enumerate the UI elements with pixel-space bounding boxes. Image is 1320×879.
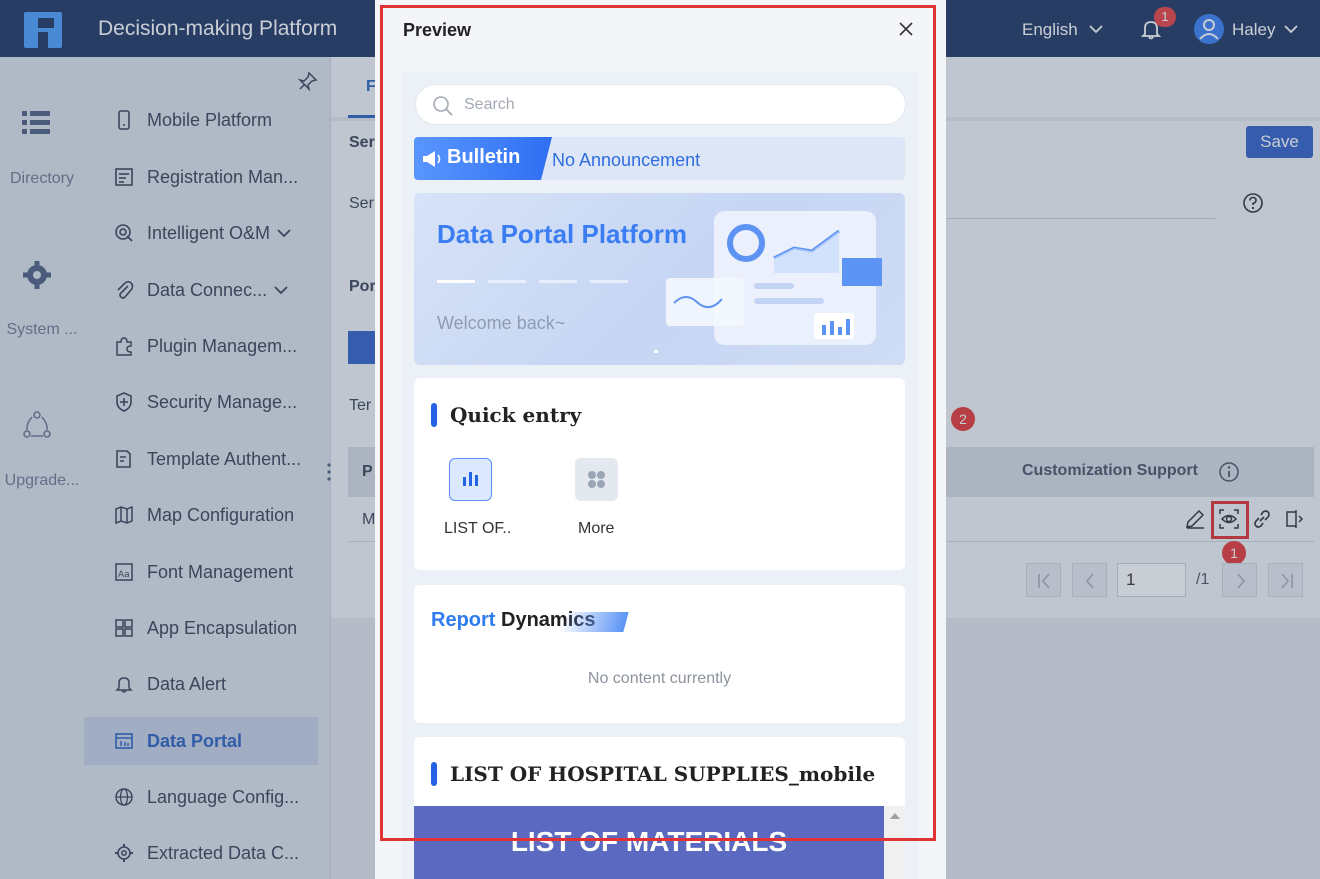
search-icon: [433, 96, 453, 116]
list-section-title: LIST OF HOSPITAL SUPPLIES_mobile: [450, 762, 876, 786]
report-dynamics-card: Report Dynamics No content currently: [414, 585, 905, 723]
megaphone-icon: [423, 151, 441, 167]
quick-entry-item-more[interactable]: [575, 458, 618, 501]
quick-entry-card: Quick entry LIST OF.. More: [414, 378, 905, 570]
quick-entry-label[interactable]: More: [578, 520, 614, 538]
quick-entry-item-list[interactable]: [449, 458, 492, 501]
section-accent: [431, 762, 437, 786]
list-report-image-text: LIST OF MATERIALS: [510, 826, 788, 857]
modal-header: Preview: [375, 0, 946, 58]
modal-title: Preview: [403, 20, 472, 40]
quick-entry-label[interactable]: LIST OF..: [444, 520, 511, 538]
more-grid-icon: [588, 471, 605, 488]
bulletin-bar[interactable]: Bulletin No Announcement: [414, 137, 905, 180]
search-placeholder: Search: [464, 96, 515, 113]
report-title-part: Report: [431, 609, 496, 631]
banner-divider: [488, 280, 526, 283]
banner-illustration: [654, 211, 882, 353]
mobile-preview: Search Bulletin No Announcement Data Por…: [402, 72, 919, 879]
report-empty-text: No content currently: [587, 670, 732, 687]
banner-title: Data Portal Platform: [437, 219, 687, 249]
banner-subtitle: Welcome back~: [437, 313, 566, 333]
banner-divider: [437, 280, 475, 283]
close-icon[interactable]: [897, 20, 915, 38]
search-input[interactable]: Search: [415, 84, 906, 125]
quick-entry-title: Quick entry: [450, 403, 582, 427]
section-accent: [431, 403, 437, 427]
bar-chart-icon: [463, 472, 478, 486]
banner-divider: [539, 280, 577, 283]
portal-banner: Data Portal Platform Welcome back~: [414, 193, 905, 365]
scrollbar[interactable]: [884, 806, 905, 879]
bulletin-text: No Announcement: [552, 150, 701, 170]
preview-modal: Preview Search Bulletin No Announcement …: [375, 0, 946, 879]
banner-divider: [590, 280, 628, 283]
bulletin-tag: Bulletin: [414, 137, 552, 180]
title-decoration: [563, 612, 629, 632]
bulletin-label: Bulletin: [447, 146, 521, 168]
scroll-up-icon[interactable]: [890, 813, 900, 819]
list-report-image[interactable]: LIST OF MATERIALS: [414, 806, 884, 879]
